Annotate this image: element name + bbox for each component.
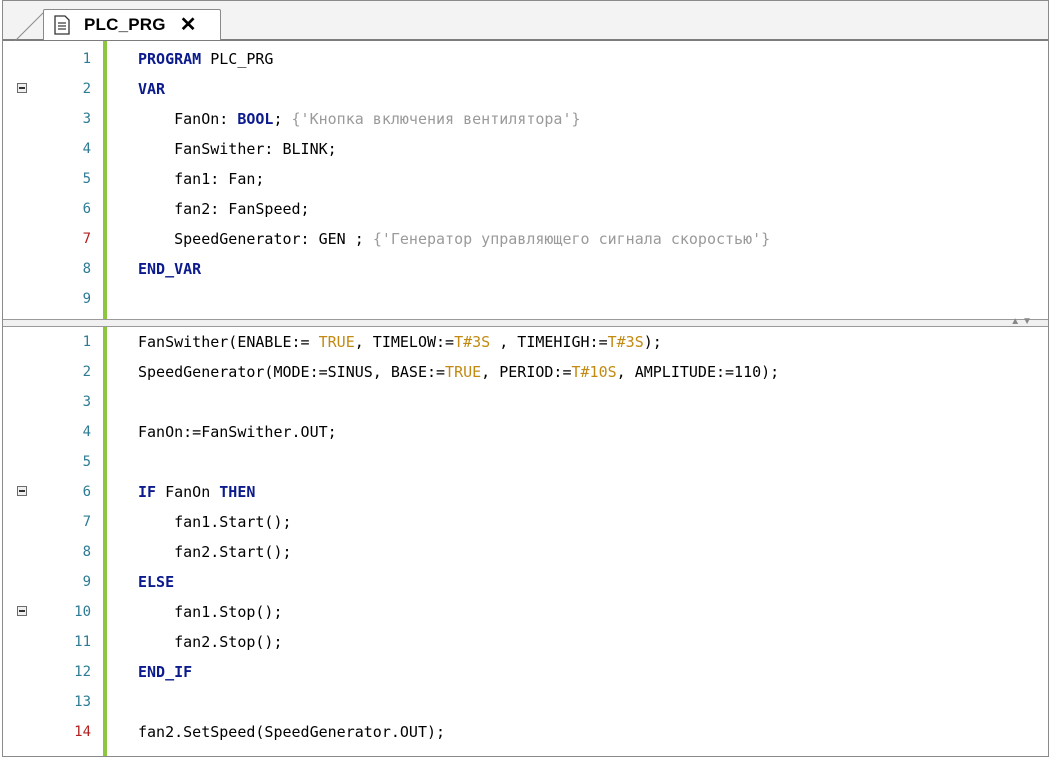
line-number: 7 [82, 514, 91, 530]
line-number: 8 [82, 261, 91, 277]
code-line[interactable]: 7 fan1.Start(); [3, 507, 1048, 537]
code-text[interactable]: FanOn:=FanSwither.OUT; [138, 417, 337, 447]
code-line[interactable]: 2 VAR [3, 74, 1048, 104]
line-number: 4 [82, 424, 91, 440]
line-number: 4 [82, 141, 91, 157]
line-number: 14 [74, 724, 91, 740]
line-number: 3 [82, 111, 91, 127]
line-number: 5 [82, 454, 91, 470]
code-line[interactable]: 9 ELSE [3, 567, 1048, 597]
code-line[interactable]: 8 fan2.Start(); [3, 537, 1048, 567]
code-line[interactable]: 6 IF FanOn THEN [3, 477, 1048, 507]
split-arrows-icon[interactable]: ▲▼ [1010, 316, 1034, 327]
code-text[interactable]: END_IF [138, 657, 192, 687]
code-line[interactable]: 9 [3, 284, 1048, 314]
tab-title: PLC_PRG [84, 15, 166, 34]
code-text[interactable]: fan2.SetSpeed(SpeedGenerator.OUT); [138, 717, 445, 747]
line-number: 5 [82, 171, 91, 187]
code-line[interactable]: 4 FanOn:=FanSwither.OUT; [3, 417, 1048, 447]
code-line[interactable]: 1 PROGRAM PLC_PRG [3, 44, 1048, 74]
code-line[interactable]: 13 [3, 687, 1048, 717]
document-icon [54, 15, 70, 35]
code-text[interactable]: FanSwither: BLINK; [138, 134, 337, 164]
code-line[interactable]: 1 FanSwither(ENABLE:= TRUE, TIMELOW:=T#3S… [3, 327, 1048, 357]
code-line[interactable]: 5 [3, 447, 1048, 477]
collapse-minus-icon[interactable] [17, 83, 27, 93]
code-text[interactable]: IF FanOn THEN [138, 477, 255, 507]
code-line[interactable]: 10 fan1.Stop(); [3, 597, 1048, 627]
code-text[interactable]: ELSE [138, 567, 174, 597]
collapse-minus-icon[interactable] [17, 606, 27, 616]
implementation-pane[interactable]: 1 FanSwither(ENABLE:= TRUE, TIMELOW:=T#3S… [3, 327, 1048, 756]
code-text[interactable]: fan2: FanSpeed; [138, 194, 309, 224]
code-text[interactable]: SpeedGenerator(MODE:=SINUS, BASE:=TRUE, … [138, 357, 779, 387]
code-text[interactable]: FanSwither(ENABLE:= TRUE, TIMELOW:=T#3S … [138, 327, 662, 357]
code-line[interactable]: 8 END_VAR [3, 254, 1048, 284]
code-text[interactable]: FanOn: BOOL; {'Кнопка включения вентилят… [138, 104, 580, 134]
tab-bar: PLC_PRG ✕ [3, 1, 1048, 41]
code-line[interactable]: 14 fan2.SetSpeed(SpeedGenerator.OUT); [3, 717, 1048, 747]
code-line[interactable]: 3 FanOn: BOOL; {'Кнопка включения вентил… [3, 104, 1048, 134]
close-icon[interactable]: ✕ [180, 15, 197, 35]
line-number: 11 [74, 634, 91, 650]
code-text[interactable]: VAR [138, 74, 165, 104]
tab-plc-prg[interactable]: PLC_PRG ✕ [43, 9, 221, 40]
line-number: 7 [82, 231, 91, 247]
code-line[interactable]: 5 fan1: Fan; [3, 164, 1048, 194]
code-line[interactable]: 2 SpeedGenerator(MODE:=SINUS, BASE:=TRUE,… [3, 357, 1048, 387]
code-line[interactable]: 7 SpeedGenerator: GEN ; {'Генератор упра… [3, 224, 1048, 254]
code-line[interactable]: 11 fan2.Stop(); [3, 627, 1048, 657]
code-text[interactable]: fan1.Stop(); [138, 597, 282, 627]
line-number: 12 [74, 664, 91, 680]
code-text[interactable]: PROGRAM PLC_PRG [138, 44, 273, 74]
code-line[interactable]: 6 fan2: FanSpeed; [3, 194, 1048, 224]
code-editor-window: PLC_PRG ✕ 1 PROGRAM PLC_PRG 2 VAR 3 FanOn: B… [2, 0, 1049, 757]
line-number: 3 [82, 394, 91, 410]
line-number: 2 [82, 81, 91, 97]
code-line[interactable]: 4 FanSwither: BLINK; [3, 134, 1048, 164]
line-number: 1 [82, 51, 91, 67]
code-text[interactable]: fan1: Fan; [138, 164, 264, 194]
line-number: 9 [82, 574, 91, 590]
code-text[interactable]: fan1.Start(); [138, 507, 291, 537]
line-number: 9 [82, 291, 91, 307]
code-text[interactable]: SpeedGenerator: GEN ; {'Генератор управл… [138, 224, 770, 254]
code-text[interactable]: fan2.Stop(); [138, 627, 282, 657]
line-number: 13 [74, 694, 91, 710]
line-number: 6 [82, 484, 91, 500]
line-number: 2 [82, 364, 91, 380]
line-number: 1 [82, 334, 91, 350]
code-line[interactable]: 12 END_IF [3, 657, 1048, 687]
code-text[interactable]: fan2.Start(); [138, 537, 291, 567]
collapse-minus-icon[interactable] [17, 486, 27, 496]
declaration-pane[interactable]: 1 PROGRAM PLC_PRG 2 VAR 3 FanOn: BOOL; {'Кно… [3, 41, 1048, 319]
line-number: 8 [82, 544, 91, 560]
line-number: 6 [82, 201, 91, 217]
line-number: 10 [74, 604, 91, 620]
pane-splitter[interactable]: ▲▼ [3, 316, 1048, 327]
code-text[interactable]: END_VAR [138, 254, 201, 284]
code-line[interactable]: 3 [3, 387, 1048, 417]
